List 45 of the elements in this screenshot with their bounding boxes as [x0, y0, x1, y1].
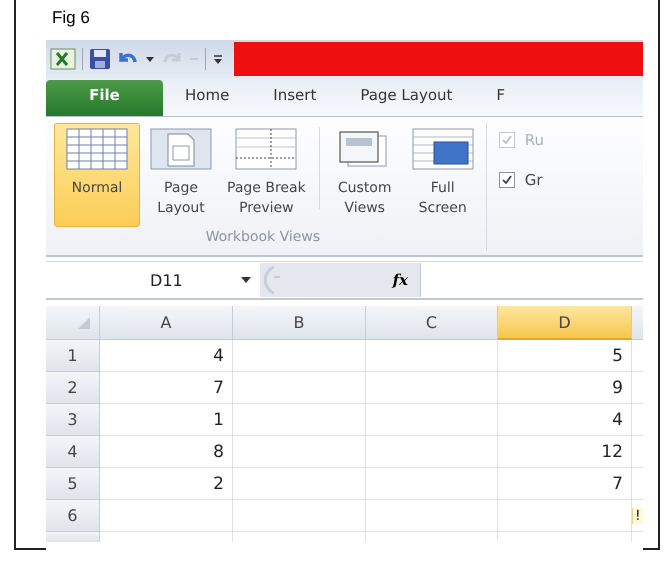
row-header[interactable]: 6: [46, 500, 100, 532]
insert-function-button[interactable]: fx: [386, 270, 414, 290]
full-screen-icon: [412, 128, 474, 170]
customize-menu-icon[interactable]: [212, 53, 224, 65]
ribbon-tab[interactable]: Page Layout: [338, 80, 474, 116]
table-cell: 4: [100, 340, 233, 372]
view-button[interactable]: Page Layout: [144, 123, 218, 227]
row-header[interactable]: 3: [46, 404, 100, 436]
table-cell: 1: [100, 404, 233, 436]
grid-icon: [66, 128, 128, 170]
table-cell: 8: [100, 436, 233, 468]
row-header[interactable]: 4: [46, 436, 100, 468]
column-header[interactable]: D: [498, 306, 632, 340]
row-header[interactable]: 2: [46, 372, 100, 404]
table-cell: 7: [498, 468, 632, 500]
ribbon-tab[interactable]: Insert: [251, 80, 338, 116]
view-button[interactable]: Normal: [54, 123, 140, 227]
table-cell: 12: [498, 436, 632, 468]
smart-tag[interactable]: !: [632, 508, 643, 524]
view-button[interactable]: Full Screen: [406, 123, 480, 227]
page-break-icon: [235, 128, 298, 170]
table-cell: 4: [498, 404, 632, 436]
table-cell: 5: [498, 340, 632, 372]
column-header[interactable]: B: [233, 306, 366, 340]
ribbon-tab[interactable]: Home: [163, 80, 252, 116]
row-header[interactable]: 5: [46, 468, 100, 500]
name-box[interactable]: D11: [46, 270, 240, 290]
table-cell: 7: [100, 372, 233, 404]
table-cell: 9: [498, 372, 632, 404]
table-cell: 2: [100, 468, 233, 500]
spreadsheet-logo-icon[interactable]: [50, 47, 76, 71]
save-icon[interactable]: [89, 48, 111, 70]
checkbox[interactable]: Gr: [498, 171, 544, 189]
page-icon: [150, 128, 212, 170]
corner-triangle-icon: [77, 316, 91, 330]
view-button[interactable]: Custom Views: [328, 123, 402, 227]
column-header[interactable]: A: [100, 306, 233, 340]
row-header[interactable]: 1: [46, 340, 100, 372]
group-label: Workbook Views: [204, 229, 322, 245]
checkmark-icon: [500, 134, 513, 146]
column-header[interactable]: C: [366, 306, 498, 340]
view-button[interactable]: Page Break Preview: [222, 123, 311, 227]
figure-label: Fig 6: [51, 7, 91, 29]
checkmark-icon: [500, 174, 513, 186]
ribbon-tab[interactable]: F: [474, 80, 528, 116]
